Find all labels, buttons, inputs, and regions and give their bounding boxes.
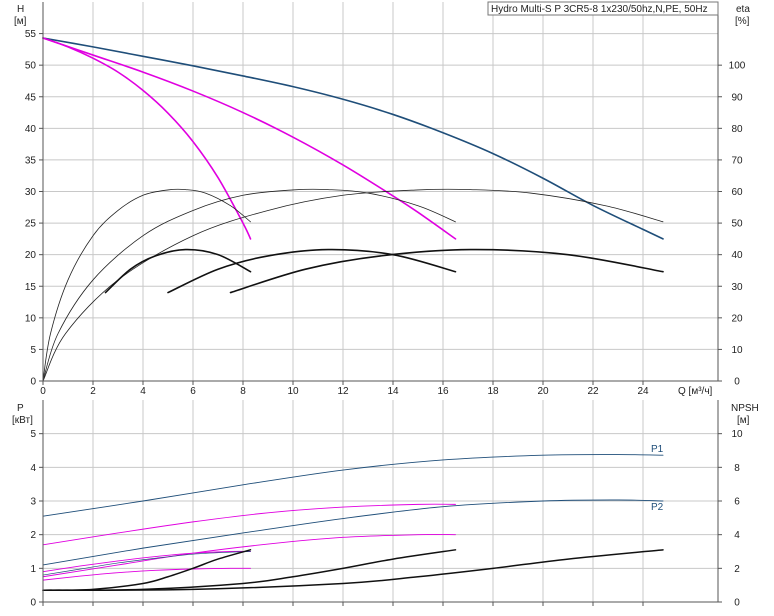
pump-performance-chart: Hydro Multi-S P 3CR5-8 1x230/50hz,N,PE, …	[0, 0, 774, 611]
top-series-3	[42, 188, 251, 382]
bottom-right-axis-label: NPSH	[731, 403, 759, 414]
top-x-tick-label: 4	[140, 386, 146, 397]
top-right-axis-unit: [%]	[735, 16, 750, 27]
bottom-y-tick-label: 2	[30, 530, 36, 541]
top-x-tick-label: 20	[537, 386, 549, 397]
top-y2-tick-label: 40	[731, 250, 743, 261]
top-series-0	[42, 37, 664, 240]
top-x-tick-label: 8	[240, 386, 246, 397]
top-y-tick-label: 20	[25, 250, 37, 261]
top-x-axis-label: Q [м³/ч]	[678, 386, 713, 397]
top-y2-tick-label: 0	[734, 377, 740, 388]
bottom-left-axis-label: P	[17, 403, 24, 414]
top-y2-tick-label: 70	[731, 155, 743, 166]
bottom-y2-tick-label: 8	[734, 463, 740, 474]
top-y2-tick-label: 60	[731, 187, 743, 198]
top-x-tick-label: 14	[387, 386, 399, 397]
top-right-axis-label: eta	[736, 4, 750, 15]
top-series-2	[42, 37, 252, 240]
top-y-tick-label: 15	[25, 282, 37, 293]
bottom-y-tick-label: 5	[30, 429, 36, 440]
bottom-right-axis-unit: [м]	[737, 415, 750, 426]
series-label-p1: P1	[651, 444, 664, 455]
top-series-1	[42, 37, 457, 240]
bottom-left-axis-unit: [кВт]	[12, 415, 33, 426]
top-y-tick-label: 30	[25, 187, 37, 198]
top-y-tick-label: 0	[30, 377, 36, 388]
top-y-tick-label: 40	[25, 124, 37, 135]
top-y2-tick-label: 30	[731, 282, 743, 293]
bottom-y-tick-label: 3	[30, 497, 36, 508]
top-y-tick-label: 50	[25, 61, 37, 72]
top-y-tick-label: 35	[25, 155, 37, 166]
series-layer	[42, 37, 664, 591]
top-x-tick-label: 24	[637, 386, 649, 397]
bottom-y-tick-label: 1	[30, 564, 36, 575]
top-y2-tick-label: 80	[731, 124, 743, 135]
top-x-tick-label: 10	[287, 386, 299, 397]
bottom-y2-tick-label: 4	[734, 530, 740, 541]
top-series-5	[42, 188, 664, 382]
top-y2-tick-label: 100	[729, 61, 746, 72]
bottom-y-tick-label: 0	[30, 598, 36, 609]
top-left-axis-unit: [м]	[14, 16, 27, 27]
chart-canvas: Hydro Multi-S P 3CR5-8 1x230/50hz,N,PE, …	[12, 1, 759, 609]
top-y2-tick-label: 90	[731, 92, 743, 103]
top-y-tick-label: 10	[25, 313, 37, 324]
top-series-4	[42, 188, 456, 382]
top-x-tick-label: 22	[587, 386, 599, 397]
top-y-tick-label: 55	[25, 29, 37, 40]
bottom-y2-tick-label: 0	[734, 598, 740, 609]
bottom-series-1-p2	[42, 499, 664, 566]
text-layer: Hydro Multi-S P 3CR5-8 1x230/50hz,N,PE, …	[12, 1, 759, 609]
top-x-tick-label: 2	[90, 386, 96, 397]
series-label-p2: P2	[651, 502, 664, 513]
top-y-tick-label: 45	[25, 92, 37, 103]
bottom-series-3	[42, 534, 456, 578]
bottom-y-tick-label: 4	[30, 463, 36, 474]
top-y-tick-label: 25	[25, 219, 37, 230]
axes-layer	[39, 2, 722, 606]
top-x-tick-label: 12	[337, 386, 349, 397]
top-y-tick-label: 5	[30, 345, 36, 356]
top-x-tick-label: 6	[190, 386, 196, 397]
top-left-axis-label: H	[17, 4, 24, 15]
bottom-y2-tick-label: 6	[734, 497, 740, 508]
bottom-series-2	[42, 503, 456, 546]
top-x-tick-label: 0	[40, 386, 46, 397]
bottom-y2-tick-label: 2	[734, 564, 740, 575]
top-x-tick-label: 16	[437, 386, 449, 397]
bottom-series-8	[42, 549, 457, 591]
top-y2-tick-label: 10	[731, 345, 743, 356]
top-y2-tick-label: 20	[731, 313, 743, 324]
top-x-tick-label: 18	[487, 386, 499, 397]
chart-title: Hydro Multi-S P 3CR5-8 1x230/50hz,N,PE, …	[491, 4, 708, 15]
bottom-y2-tick-label: 10	[731, 429, 743, 440]
top-y2-tick-label: 50	[731, 219, 743, 230]
